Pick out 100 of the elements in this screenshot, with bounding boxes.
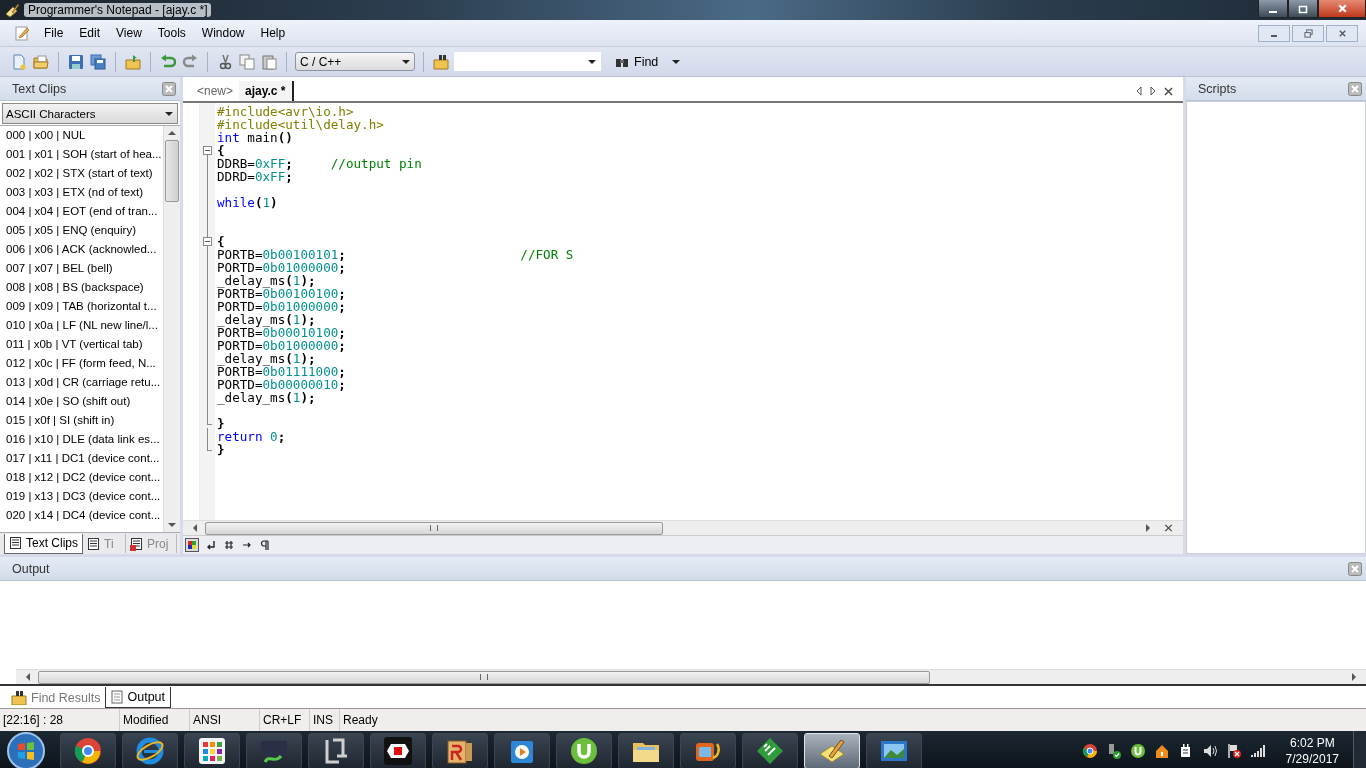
clock-date[interactable]: 7/29/2017	[1285, 751, 1339, 767]
app-grid-icon	[197, 736, 227, 766]
clip-item[interactable]: 002 | x02 | STX (start of text)	[6, 164, 163, 183]
document-tab[interactable]: ajay.c *	[239, 81, 294, 101]
panel-tab[interactable]: Text Clips	[4, 533, 83, 554]
close-icon[interactable]	[1164, 86, 1173, 96]
fold-icon[interactable]	[203, 146, 212, 155]
document-tab[interactable]: <new>	[191, 81, 240, 101]
taskbar-button[interactable]	[60, 733, 116, 768]
torrent-icon[interactable]	[1129, 743, 1146, 759]
taskbar-button[interactable]	[556, 733, 612, 768]
panel-tab[interactable]: Find Results	[6, 688, 106, 708]
signal-icon[interactable]	[1249, 743, 1266, 759]
clip-item[interactable]: 018 | x12 | DC2 (device cont...	[6, 468, 163, 487]
taskbar-button[interactable]	[742, 733, 798, 768]
paste-icon[interactable]	[261, 53, 277, 70]
taskbar-button[interactable]	[184, 733, 240, 768]
panel-tab[interactable]: Output	[105, 687, 171, 708]
scrollbar[interactable]	[16, 669, 1366, 684]
taskbar-button[interactable]	[680, 733, 736, 768]
clock-time[interactable]: 6:02 PM	[1289, 735, 1335, 751]
save-icon[interactable]	[68, 53, 84, 70]
scrollbar[interactable]	[163, 126, 180, 532]
clip-item[interactable]: 020 | x14 | DC4 (device cont...	[6, 506, 163, 525]
arrow-right-icon[interactable]	[1352, 673, 1356, 681]
open-folder-icon[interactable]	[33, 53, 49, 70]
scroll-right-icon[interactable]	[1150, 86, 1156, 96]
cut-icon[interactable]	[217, 53, 233, 70]
scheme-dropdown[interactable]: C / C++	[295, 52, 415, 71]
flag-error-icon[interactable]	[1225, 743, 1242, 759]
taskbar-button[interactable]	[308, 733, 364, 768]
arrow-down-icon[interactable]	[168, 523, 176, 527]
minimize-button[interactable]	[1258, 0, 1288, 18]
clip-item[interactable]: 003 | x03 | ETX (nd of text)	[6, 183, 163, 202]
menu-item[interactable]: Tools	[149, 26, 194, 40]
folder-binoculars-icon[interactable]	[433, 53, 449, 70]
color-grid-icon[interactable]	[185, 538, 199, 552]
scroll-left-icon[interactable]	[1136, 86, 1142, 96]
clip-item[interactable]: 013 | x0d | CR (carriage retu...	[6, 373, 163, 392]
fold-icon[interactable]	[203, 237, 212, 246]
pilcrow-icon[interactable]	[259, 539, 271, 551]
clip-item[interactable]: 019 | x13 | DC3 (device cont...	[6, 487, 163, 506]
taskbar-button[interactable]	[494, 733, 550, 768]
word-wrap-icon[interactable]	[205, 539, 217, 551]
arrow-right-icon[interactable]	[1146, 524, 1150, 532]
taskbar-button[interactable]	[618, 733, 674, 768]
clip-item[interactable]: 015 | x0f | SI (shift in)	[6, 411, 163, 430]
menu-item[interactable]: Help	[252, 26, 294, 40]
tricolor-circle-icon[interactable]	[1081, 743, 1098, 759]
clip-item[interactable]: 017 | x11 | DC1 (device cont...	[6, 449, 163, 468]
clip-item[interactable]: 009 | x09 | TAB (horizontal t...	[6, 297, 163, 316]
save-all-icon[interactable]	[90, 53, 106, 70]
maximize-button[interactable]	[1288, 0, 1318, 18]
code-line: DDRD=0xFF;	[217, 170, 294, 183]
clip-item[interactable]: 000 | x00 | NUL	[6, 126, 163, 145]
menu-item[interactable]: Window	[193, 26, 253, 40]
arrow-left-icon[interactable]	[26, 673, 30, 681]
redo-icon[interactable]	[182, 53, 198, 70]
find-button[interactable]: Find	[611, 51, 663, 72]
taskbar-button[interactable]	[432, 733, 488, 768]
volume-icon[interactable]	[1201, 743, 1218, 759]
menu-item[interactable]: File	[36, 26, 72, 40]
clip-item[interactable]: 004 | x04 | EOT (end of tran...	[6, 202, 163, 221]
taskbar-button[interactable]	[122, 733, 178, 768]
clip-item[interactable]: 006 | x06 | ACK (acknowled...	[6, 240, 163, 259]
arrow-left-icon[interactable]	[193, 524, 197, 532]
clip-item[interactable]: 011 | x0b | VT (vertical tab)	[6, 335, 163, 354]
menu-item[interactable]: View	[108, 26, 150, 40]
category-dropdown[interactable]: ASCII Characters	[2, 103, 178, 124]
clip-item[interactable]: 008 | x08 | BS (backspace)	[6, 278, 163, 297]
code-line: #include<util\delay.h>	[217, 118, 385, 131]
taskbar-button[interactable]	[370, 733, 426, 768]
folder-arrow-icon[interactable]	[125, 53, 141, 70]
hash-icon[interactable]	[223, 539, 235, 551]
undo-icon[interactable]	[160, 53, 176, 70]
menu-item[interactable]: Edit	[71, 26, 109, 40]
caret-icon[interactable]	[672, 59, 681, 64]
clip-item[interactable]: 001 | x01 | SOH (start of hea...	[6, 145, 163, 164]
code-line: {	[217, 235, 226, 248]
folder-binoculars-icon	[11, 691, 27, 705]
arrow-up-icon[interactable]	[168, 131, 176, 135]
scrollbar-thumb[interactable]	[165, 140, 179, 202]
clip-item[interactable]: 014 | x0e | SO (shift out)	[6, 392, 163, 411]
clip-item[interactable]: 005 | x05 | ENQ (enquiry)	[6, 221, 163, 240]
taskbar-button[interactable]	[866, 733, 922, 768]
restore-button[interactable]	[1292, 24, 1324, 42]
close-button[interactable]	[1318, 0, 1366, 18]
scrollbar[interactable]	[183, 520, 1183, 535]
code-line: PORTD=0b01000000;	[217, 261, 347, 274]
clip-item[interactable]: 010 | x0a | LF (NL new line/l...	[6, 316, 163, 335]
code-line: _delay_ms(1);	[217, 313, 317, 326]
minimize-icon	[1269, 10, 1277, 13]
search-field[interactable]	[454, 52, 601, 71]
code-line: }	[217, 443, 226, 456]
clip-item[interactable]: 007 | x07 | BEL (bell)	[6, 259, 163, 278]
clip-item[interactable]: 016 | x10 | DLE (data link es...	[6, 430, 163, 449]
clip-item[interactable]: 012 | x0c | FF (form feed, N...	[6, 354, 163, 373]
house-icon[interactable]	[1153, 743, 1170, 759]
close-icon[interactable]	[1164, 524, 1173, 532]
start-button[interactable]	[6, 731, 46, 768]
